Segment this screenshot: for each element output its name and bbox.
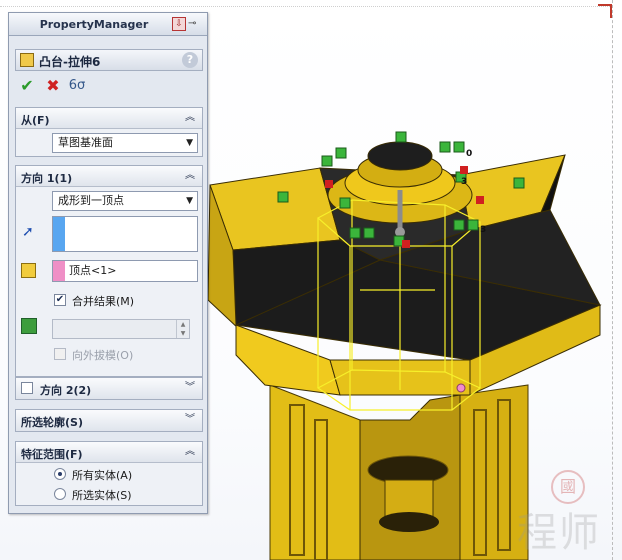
direction1-group-header[interactable]: 方向 1(1) ︽ [16, 166, 202, 187]
end-condition-select[interactable]: 成形到一顶点 ▼ [52, 191, 198, 211]
boss-top [367, 141, 433, 171]
dropdown-arrow-icon: ▼ [186, 138, 193, 148]
merge-result-label: 合并结果(M) [72, 295, 135, 308]
cancel-button[interactable]: ✖ [44, 77, 62, 95]
draft-icon[interactable] [21, 318, 37, 334]
watermark: 國 程师 [515, 470, 622, 560]
selected-bodies-radio[interactable] [54, 488, 66, 500]
feature-header: 凸台-拉伸6 ? [15, 49, 203, 71]
dock-icon[interactable]: ⊸ [188, 19, 202, 29]
from-select-value: 草图基准面 [58, 136, 113, 149]
all-bodies-label: 所有实体(A) [72, 469, 133, 482]
panel-titlebar: PropertyManager ⇩ ⊸ [9, 13, 207, 36]
help-icon[interactable]: ? [182, 52, 198, 68]
draft-angle-input: ▲ ▼ [52, 319, 190, 339]
dim-label: 0 [466, 149, 472, 159]
from-select[interactable]: 草图基准面 ▼ [52, 133, 198, 153]
boss-extrude-icon [20, 53, 34, 67]
dim-label: 3 [480, 225, 486, 235]
merge-result-checkbox[interactable]: ✔ [54, 294, 66, 306]
direction1-group-title: 方向 1(1) [21, 172, 73, 185]
vertex-selection-field[interactable]: 顶点<1> [52, 260, 198, 282]
feature-scope-group: 特征范围(F) ︽ 所有实体(A) 所选实体(S) [15, 441, 203, 506]
ring-lower [379, 512, 439, 532]
chevron-down-icon[interactable]: ︾ [183, 413, 197, 427]
detailed-preview-button[interactable]: 6σ [68, 77, 86, 95]
feature-scope-header[interactable]: 特征范围(F) ︽ [16, 442, 202, 463]
chevron-up-icon[interactable]: ︽ [183, 169, 197, 183]
direction2-group: 方向 2(2) ︾ [15, 377, 203, 400]
chevron-up-icon[interactable]: ︽ [183, 445, 197, 459]
direction1-group: 方向 1(1) ︽ 成形到一顶点 ▼ ➚ 顶点<1> ✔ 合并结果(M) ▲ ▼ … [15, 165, 203, 377]
chevron-up-icon[interactable]: ︽ [183, 111, 197, 125]
spin-buttons: ▲ ▼ [176, 320, 189, 338]
dropdown-arrow-icon: ▼ [186, 196, 193, 206]
selected-contours-group: 所选轮廓(S) ︾ [15, 409, 203, 432]
feature-scope-title: 特征范围(F) [21, 448, 83, 461]
property-manager-panel: PropertyManager ⇩ ⊸ 凸台-拉伸6 ? ✔ ✖ 6σ 从(F)… [8, 12, 208, 514]
ok-button[interactable]: ✔ [18, 77, 36, 95]
all-bodies-radio[interactable] [54, 468, 66, 480]
reverse-direction-icon[interactable]: ➚ [22, 224, 38, 240]
from-group-header[interactable]: 从(F) ︽ [16, 108, 202, 129]
vertex-value: 顶点<1> [69, 264, 117, 277]
direction2-group-title: 方向 2(2) [40, 384, 92, 397]
dim-label: 3 [461, 177, 467, 187]
direction2-checkbox[interactable] [21, 382, 33, 394]
chevron-down-icon[interactable]: ︾ [183, 381, 197, 395]
end-condition-value: 成形到一顶点 [58, 194, 124, 207]
vertex-icon [21, 263, 36, 278]
selected-contours-title: 所选轮廓(S) [21, 416, 83, 429]
panel-title: PropertyManager [39, 18, 149, 31]
direction-selection-box[interactable] [52, 216, 198, 252]
from-group-title: 从(F) [21, 114, 50, 127]
from-group: 从(F) ︽ 草图基准面 ▼ [15, 107, 203, 157]
feature-name: 凸台-拉伸6 [39, 55, 101, 69]
pin-icon[interactable]: ⇩ [172, 17, 186, 31]
selected-bodies-label: 所选实体(S) [72, 489, 132, 502]
draft-outward-label: 向外拔模(O) [72, 349, 134, 362]
direction2-group-header[interactable]: 方向 2(2) ︾ [16, 378, 202, 399]
arm-left [209, 167, 341, 251]
draft-outward-checkbox [54, 348, 66, 360]
vertex-point[interactable] [456, 383, 466, 393]
selected-contours-header[interactable]: 所选轮廓(S) ︾ [16, 410, 202, 431]
